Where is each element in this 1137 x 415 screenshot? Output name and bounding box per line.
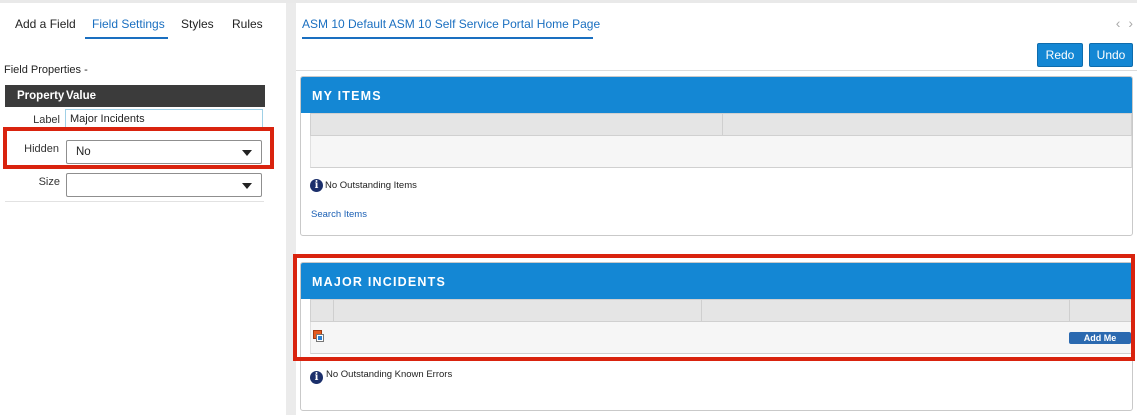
- size-select[interactable]: [66, 173, 262, 197]
- chevron-left-icon[interactable]: ‹: [1116, 15, 1121, 31]
- tab-field-settings[interactable]: Field Settings: [92, 17, 165, 31]
- highlight-hidden-row: [3, 127, 274, 169]
- highlight-major-incidents: [293, 254, 1135, 361]
- my-items-title: MY ITEMS: [312, 89, 382, 103]
- panel-tabs: Add a Field Field Settings Styles Rules: [0, 3, 286, 41]
- active-tab-indicator: [85, 37, 168, 39]
- my-items-grid-header: [310, 113, 1132, 136]
- tab-rules[interactable]: Rules: [232, 17, 263, 31]
- size-row-name: Size: [38, 176, 60, 188]
- chevron-down-icon: [242, 183, 252, 189]
- tab-nav-arrows: ‹ ›: [1116, 15, 1133, 31]
- tab-styles[interactable]: Styles: [181, 17, 214, 31]
- label-row-name: Label: [33, 114, 60, 126]
- my-items-empty-message: No Outstanding Items: [325, 180, 417, 191]
- info-icon: i: [310, 371, 323, 384]
- major-incidents-empty-message: No Outstanding Known Errors: [326, 369, 453, 380]
- search-items-link[interactable]: Search Items: [311, 209, 367, 220]
- header-property: Property: [17, 90, 65, 102]
- redo-button[interactable]: Redo: [1037, 43, 1083, 67]
- properties-table-header: Property Value: [5, 85, 265, 107]
- my-items-header: MY ITEMS: [301, 77, 1132, 113]
- tab-page-home[interactable]: ASM 10 Default ASM 10 Self Service Porta…: [302, 17, 600, 31]
- toolbar-separator: [296, 70, 1137, 71]
- header-value: Value: [66, 90, 97, 102]
- divider: [5, 201, 264, 202]
- my-items-card: MY ITEMS i No Outstanding Items Search I…: [300, 76, 1133, 236]
- my-items-grid-body: [310, 136, 1132, 168]
- undo-button[interactable]: Undo: [1089, 43, 1133, 67]
- field-properties-title: Field Properties -: [4, 64, 88, 76]
- grid-column-divider: [722, 114, 723, 135]
- info-icon: i: [310, 179, 323, 192]
- field-settings-panel: Add a Field Field Settings Styles Rules …: [0, 3, 286, 415]
- chevron-right-icon[interactable]: ›: [1128, 15, 1133, 31]
- page-tab-indicator: [302, 37, 593, 39]
- tab-add-a-field[interactable]: Add a Field: [15, 17, 76, 31]
